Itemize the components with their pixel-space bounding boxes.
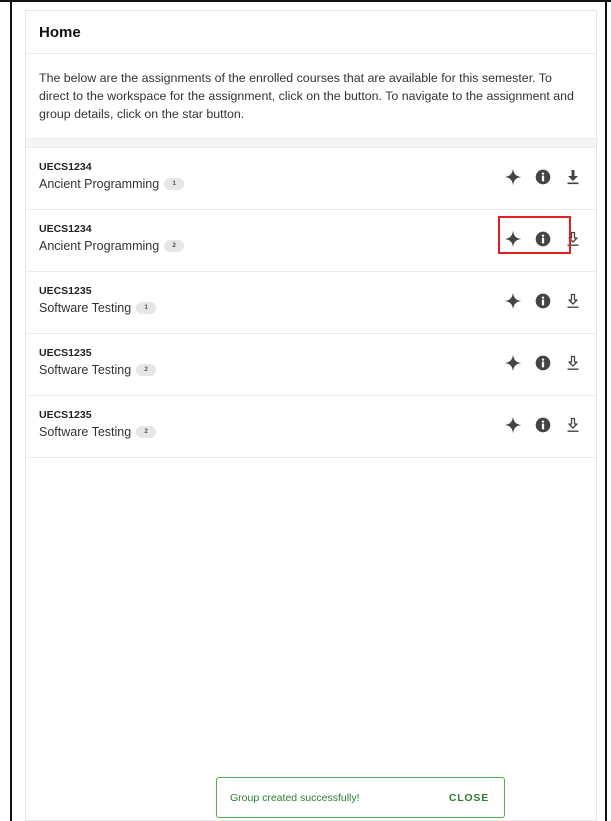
download-button[interactable] <box>562 166 584 188</box>
info-button[interactable] <box>532 352 554 374</box>
info-icon <box>535 355 551 371</box>
row-actions <box>502 166 584 188</box>
assignment-number-badge: 2 <box>136 426 157 438</box>
course-name-line: Software Testing 2 <box>39 363 157 377</box>
download-button[interactable] <box>562 290 584 312</box>
download-button[interactable] <box>562 352 584 374</box>
course-name-line: Software Testing 1 <box>39 301 157 315</box>
assignment-number-badge: 2 <box>164 240 185 252</box>
assignment-number-badge: 1 <box>136 302 157 314</box>
download-icon <box>567 293 579 308</box>
info-icon <box>535 293 551 309</box>
download-icon <box>567 170 579 185</box>
assignment-row: UECS1235 Software Testing 2 <box>26 396 596 458</box>
window-frame-right <box>605 0 607 821</box>
star-button[interactable] <box>502 352 524 374</box>
star-button[interactable] <box>502 414 524 436</box>
course-name: Software Testing <box>39 301 132 315</box>
row-actions <box>502 352 584 374</box>
page-title: Home <box>39 23 81 41</box>
assignment-row: UECS1234 Ancient Programming 1 <box>26 148 596 210</box>
course-name-line: Software Testing 2 <box>39 425 157 439</box>
info-button[interactable] <box>532 290 554 312</box>
row-actions <box>502 414 584 436</box>
course-name: Ancient Programming <box>39 177 160 191</box>
star-icon <box>504 230 522 248</box>
star-icon <box>504 292 522 310</box>
assignment-row: UECS1235 Software Testing 1 <box>26 272 596 334</box>
assignment-number-badge: 1 <box>164 178 185 190</box>
star-icon <box>504 168 522 186</box>
course-name: Software Testing <box>39 363 132 377</box>
course-code: UECS1235 <box>39 409 92 421</box>
row-actions <box>502 290 584 312</box>
info-button[interactable] <box>532 414 554 436</box>
download-icon <box>567 417 579 432</box>
info-button[interactable] <box>532 228 554 250</box>
download-icon <box>567 355 579 370</box>
course-code: UECS1234 <box>39 161 92 173</box>
course-code: UECS1235 <box>39 347 92 359</box>
list-separator <box>26 139 596 148</box>
toast-message: Group created successfully! <box>230 791 360 804</box>
panel-header: Home <box>26 11 596 54</box>
row-actions <box>502 228 584 250</box>
download-button[interactable] <box>562 414 584 436</box>
star-icon <box>504 354 522 372</box>
star-button[interactable] <box>502 290 524 312</box>
course-name: Software Testing <box>39 425 132 439</box>
toast-notification: Group created successfully! CLOSE <box>216 777 505 818</box>
info-icon <box>535 231 551 247</box>
star-button[interactable] <box>502 166 524 188</box>
toast-close-button[interactable]: CLOSE <box>449 792 489 804</box>
star-icon <box>504 416 522 434</box>
intro-text: The below are the assignments of the enr… <box>26 54 596 139</box>
course-name-line: Ancient Programming 1 <box>39 177 185 191</box>
info-button[interactable] <box>532 166 554 188</box>
course-name-line: Ancient Programming 2 <box>39 239 185 253</box>
course-name: Ancient Programming <box>39 239 160 253</box>
course-code: UECS1234 <box>39 223 92 235</box>
home-panel: Home The below are the assignments of th… <box>25 10 597 821</box>
info-icon <box>535 169 551 185</box>
assignment-row: UECS1235 Software Testing 2 <box>26 334 596 396</box>
star-button[interactable] <box>502 228 524 250</box>
download-button[interactable] <box>562 228 584 250</box>
info-icon <box>535 417 551 433</box>
assignment-row: UECS1234 Ancient Programming 2 <box>26 210 596 272</box>
window-frame-top <box>0 0 611 2</box>
download-icon <box>567 231 579 246</box>
window-frame-left <box>10 0 12 821</box>
assignment-list: UECS1234 Ancient Programming 1 UECS1234 Anci… <box>26 148 596 458</box>
course-code: UECS1235 <box>39 285 92 297</box>
assignment-number-badge: 2 <box>136 364 157 376</box>
